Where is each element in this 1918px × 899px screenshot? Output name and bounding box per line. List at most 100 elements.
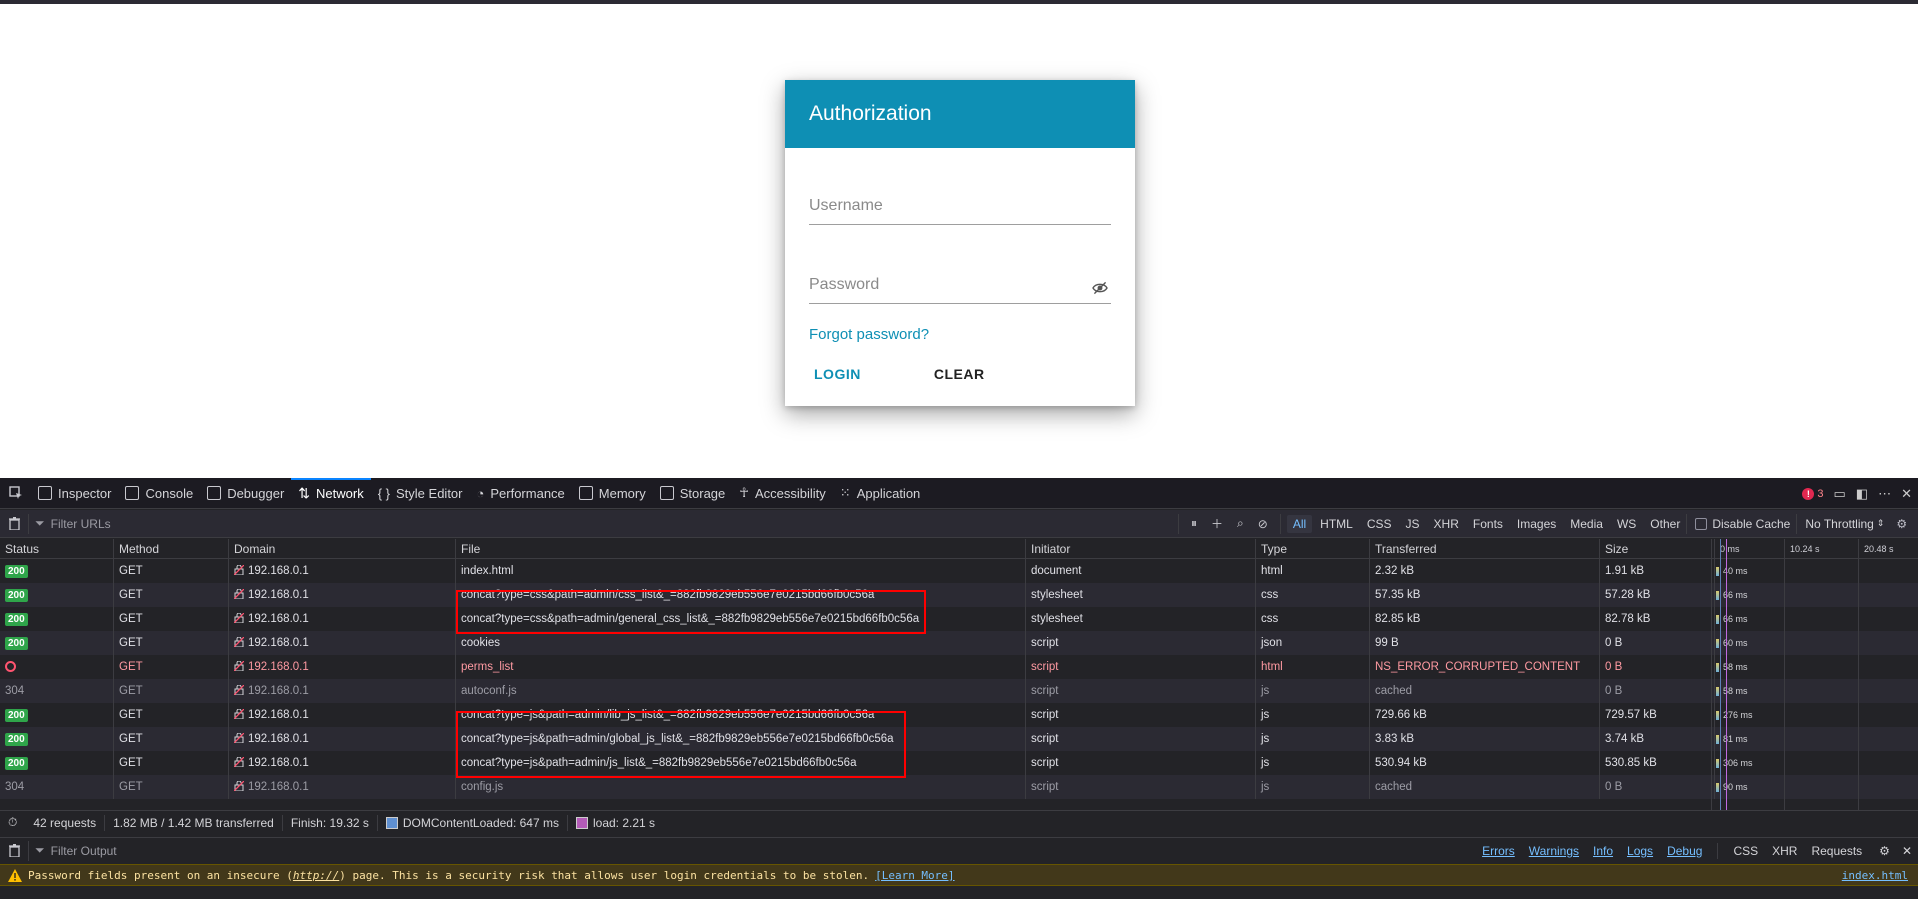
more-options-icon[interactable]: ⋯	[1878, 486, 1891, 502]
element-picker-icon[interactable]	[0, 478, 31, 509]
block-icon[interactable]: ⊘	[1258, 517, 1268, 531]
filter-css[interactable]: CSS	[1361, 515, 1398, 533]
password-input[interactable]	[809, 276, 1111, 294]
table-row[interactable]: GET 192.168.0.1 perms_list script html NS_ERR…	[0, 655, 1918, 679]
cell-status: 200	[0, 751, 114, 775]
cell-file: autoconf.js	[456, 679, 1026, 703]
cell-type: json	[1256, 631, 1370, 655]
insecure-lock-icon	[234, 637, 244, 647]
dock-icon[interactable]: ◧	[1856, 486, 1868, 502]
tab-network[interactable]: ⇅ Network	[291, 477, 372, 509]
tab-console[interactable]: Console	[118, 478, 200, 509]
column-header-domain[interactable]: Domain	[229, 539, 456, 559]
console-filter-errors[interactable]: Errors	[1477, 843, 1520, 859]
column-header-waterfall[interactable]: 0 ms 10.24 s 20.48 s	[1715, 539, 1918, 559]
column-header-size[interactable]: Size	[1600, 539, 1715, 559]
filter-all[interactable]: All	[1286, 514, 1313, 533]
tab-application[interactable]: ⁙ Application	[833, 478, 928, 509]
table-row[interactable]: 200 GET 192.168.0.1 concat?type=js&path=adm…	[0, 703, 1918, 727]
tab-memory[interactable]: Memory	[572, 478, 653, 509]
throttling-select[interactable]: No Throttling ⇕	[1796, 513, 1884, 534]
filter-other[interactable]: Other	[1644, 515, 1686, 533]
column-header-initiator[interactable]: Initiator	[1026, 539, 1256, 559]
tab-performance[interactable]: ◔ Performance	[470, 478, 572, 509]
tab-label: Network	[316, 485, 364, 501]
cell-initiator: document	[1026, 559, 1256, 583]
filter-fonts[interactable]: Fonts	[1467, 515, 1509, 533]
table-row[interactable]: 200 GET 192.168.0.1 concat?type=js&path=adm…	[0, 727, 1918, 751]
search-icon[interactable]: ⌕	[1237, 516, 1244, 531]
debugger-icon	[207, 486, 222, 500]
clear-requests-icon[interactable]	[0, 517, 28, 530]
column-header-type[interactable]: Type	[1256, 539, 1370, 559]
cell-type: js	[1256, 703, 1370, 727]
cell-status: 200	[0, 583, 114, 607]
filter-html[interactable]: HTML	[1314, 515, 1359, 533]
console-filter-xhr[interactable]: XHR	[1767, 843, 1802, 859]
filter-images[interactable]: Images	[1511, 515, 1562, 533]
table-row[interactable]: 200 GET 192.168.0.1 concat?type=css&path=ad…	[0, 607, 1918, 631]
insecure-lock-icon	[234, 733, 244, 743]
disable-cache-label: Disable Cache	[1712, 516, 1791, 531]
tab-storage[interactable]: Storage	[653, 478, 733, 509]
add-icon[interactable]: ＋	[1211, 515, 1223, 532]
tab-inspector[interactable]: Inspector	[31, 478, 118, 509]
domain-text: 192.168.0.1	[248, 661, 309, 673]
cell-method: GET	[114, 775, 229, 799]
message-source-link[interactable]: index.html	[1842, 869, 1908, 882]
table-row[interactable]: 200 GET 192.168.0.1 concat?type=js&path=adm…	[0, 751, 1918, 775]
console-filter-css[interactable]: CSS	[1728, 843, 1763, 859]
disable-cache-toggle[interactable]: Disable Cache	[1686, 513, 1796, 534]
clear-console-icon[interactable]	[0, 844, 28, 857]
filter-ws[interactable]: WS	[1611, 515, 1642, 533]
username-input[interactable]	[809, 197, 1111, 215]
tab-debugger[interactable]: Debugger	[200, 478, 291, 509]
console-icon	[125, 486, 140, 500]
load-time: load: 2.21 s	[568, 815, 663, 831]
type-filter-bar: All HTML CSS JS XHR Fonts Images Media W…	[1279, 513, 1686, 534]
close-icon[interactable]: ✕	[1901, 486, 1912, 502]
filter-xhr[interactable]: XHR	[1428, 515, 1465, 533]
column-header-transferred[interactable]: Transferred	[1370, 539, 1600, 559]
eye-slash-icon[interactable]	[1091, 281, 1109, 295]
forgot-password-link[interactable]: Forgot password?	[809, 326, 1111, 343]
memory-icon	[578, 486, 593, 500]
table-row[interactable]: 200 GET 192.168.0.1 concat?type=css&path=ad…	[0, 583, 1918, 607]
console-settings-gear-icon[interactable]: ⚙	[1879, 844, 1890, 858]
filter-media[interactable]: Media	[1564, 515, 1609, 533]
error-count-badge[interactable]: ! 3	[1802, 487, 1824, 500]
console-filter-logs[interactable]: Logs	[1622, 843, 1658, 859]
close-split-console-icon[interactable]: ✕	[1902, 844, 1912, 858]
console-filter-info[interactable]: Info	[1588, 843, 1618, 859]
cell-file: index.html	[456, 559, 1026, 583]
clear-button[interactable]: CLEAR	[929, 366, 990, 382]
domain-text: 192.168.0.1	[248, 565, 309, 577]
load-marker	[1726, 539, 1727, 823]
console-filter-requests[interactable]: Requests	[1806, 843, 1867, 859]
tab-accessibility[interactable]: ☥ Accessibility	[732, 478, 833, 509]
column-header-file[interactable]: File	[456, 539, 1026, 559]
filter-urls-input[interactable]: ⏷ Filter URLs	[28, 513, 1178, 534]
table-row[interactable]: 304 GET 192.168.0.1 config.js script js cached…	[0, 775, 1918, 799]
settings-gear-icon[interactable]: ⚙	[1896, 517, 1907, 531]
split-console-icon[interactable]: ▭	[1834, 486, 1846, 502]
console-filter-warnings[interactable]: Warnings	[1524, 843, 1584, 859]
cell-size: 729.57 kB	[1600, 703, 1715, 727]
login-button[interactable]: LOGIN	[809, 366, 866, 382]
filter-output-input[interactable]: ⏷ Filter Output	[28, 840, 1178, 861]
filter-js[interactable]: JS	[1400, 515, 1426, 533]
cell-method: GET	[114, 679, 229, 703]
table-row[interactable]: 304 GET 192.168.0.1 autoconf.js script js cach…	[0, 679, 1918, 703]
column-header-method[interactable]: Method	[114, 539, 229, 559]
tab-style-editor[interactable]: { } Style Editor	[371, 478, 470, 509]
column-header-status[interactable]: Status	[0, 539, 114, 559]
disable-cache-checkbox[interactable]	[1695, 517, 1708, 530]
table-row[interactable]: 200 GET 192.168.0.1 index.html document html 2…	[0, 559, 1918, 583]
console-filter-debug[interactable]: Debug	[1662, 843, 1707, 859]
learn-more-link[interactable]: [Learn More]	[875, 869, 954, 882]
cell-method: GET	[114, 751, 229, 775]
status-badge: 200	[5, 733, 28, 746]
cell-method: GET	[114, 607, 229, 631]
table-row[interactable]: 200 GET 192.168.0.1 cookies script json 99 B0 …	[0, 631, 1918, 655]
pause-icon[interactable]: ⏸	[1191, 516, 1197, 531]
